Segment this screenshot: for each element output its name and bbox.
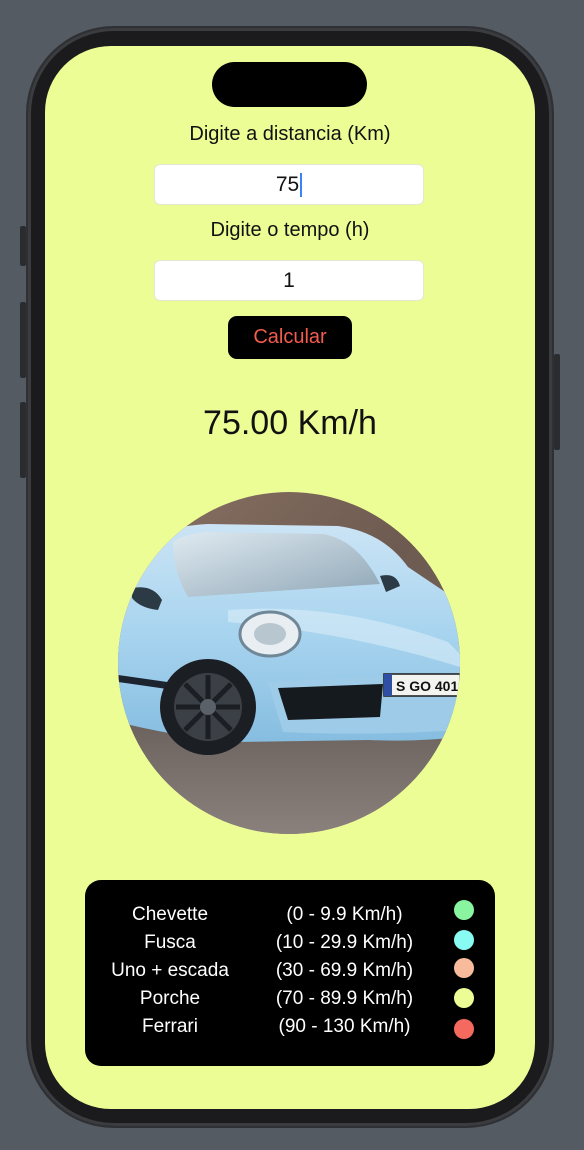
legend-speed-range: (30 - 69.9 Km/h): [275, 960, 414, 981]
legend-car-name: Fusca: [144, 932, 196, 953]
car-image: S GO 4013: [118, 492, 460, 834]
color-dot-icon: [454, 1019, 474, 1039]
speed-legend: Chevette (0 - 9.9 Km/h) Fusca (10 - 29.9…: [85, 880, 495, 1066]
legend-speed-range: (70 - 89.9 Km/h): [275, 988, 414, 1009]
calculate-button[interactable]: Calcular: [228, 316, 352, 359]
legend-row: Fusca (10 - 29.9 Km/h): [85, 930, 495, 960]
legend-speed-range: (0 - 9.9 Km/h): [286, 904, 403, 925]
speed-result: 75.00 Km/h: [203, 404, 377, 442]
legend-speed-range: (10 - 29.9 Km/h): [275, 932, 414, 953]
color-dot-icon: [454, 988, 474, 1008]
text-cursor: [300, 172, 303, 197]
color-dot-icon: [454, 958, 474, 978]
legend-car-name: Ferrari: [142, 1016, 198, 1037]
power-button: [554, 354, 560, 450]
time-value: 1: [283, 268, 295, 292]
legend-row: Chevette (0 - 9.9 Km/h): [85, 900, 495, 932]
volume-down-button: [20, 402, 26, 478]
distance-input[interactable]: 75: [154, 164, 424, 205]
legend-row: Porche (70 - 89.9 Km/h): [85, 988, 495, 1016]
distance-label: Digite a distancia (Km): [189, 123, 391, 145]
legend-car-name: Uno + escada: [111, 960, 229, 981]
distance-value: 75: [275, 172, 300, 196]
legend-car-name: Chevette: [131, 904, 209, 925]
dynamic-island: [212, 62, 367, 107]
action-button: [20, 226, 26, 266]
time-input[interactable]: 1: [154, 260, 424, 301]
legend-speed-range: (90 - 130 Km/h): [278, 1016, 411, 1037]
volume-up-button: [20, 302, 26, 378]
legend-row: Ferrari (90 - 130 Km/h): [85, 1016, 495, 1044]
color-dot-icon: [454, 930, 474, 950]
legend-car-name: Porche: [139, 988, 201, 1009]
color-dot-icon: [454, 900, 474, 920]
plate-text: S GO 4013: [396, 678, 460, 694]
app-screen: Digite a distancia (Km) 75 Digite o temp…: [45, 46, 535, 1109]
time-label: Digite o tempo (h): [210, 219, 370, 241]
legend-row: Uno + escada (30 - 69.9 Km/h): [85, 958, 495, 988]
